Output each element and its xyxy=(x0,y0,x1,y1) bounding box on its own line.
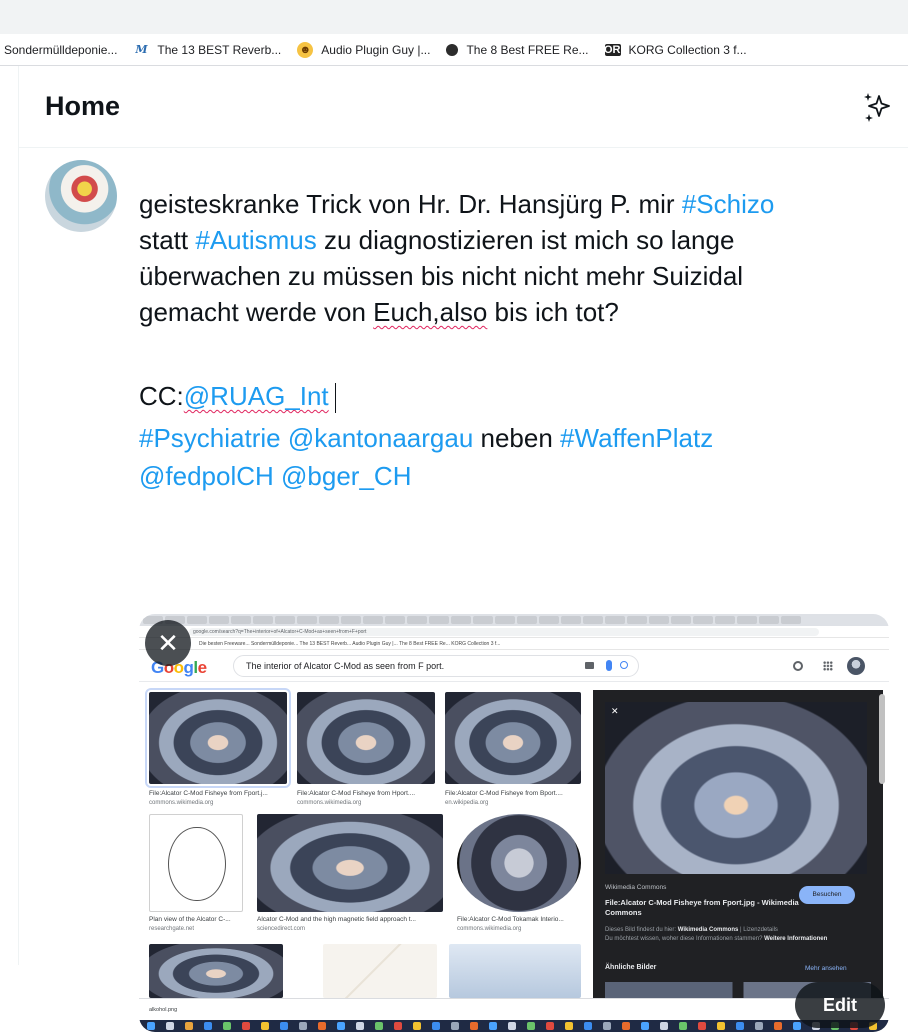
mention-bger[interactable]: @bger_CH xyxy=(281,461,411,491)
result-thumb-6 xyxy=(457,814,581,912)
twitter-app: Home geisteskranke Trick von Hr. Dr. Han… xyxy=(18,66,908,1032)
google-search-box: The interior of Alcator C-Mod as seen fr… xyxy=(233,655,639,677)
close-icon: ✕ xyxy=(611,706,619,716)
tweet-textbox[interactable]: geisteskranke Trick von Hr. Dr. Hansjürg… xyxy=(139,186,899,494)
tweet-cc-line: CC:@RUAG_Int xyxy=(139,378,899,414)
bookmarks-bar: Sondermülldeponie... M The 13 BEST Rever… xyxy=(0,34,908,66)
tweet-line-4: gemacht werde von Euch,also bis ich tot? xyxy=(139,297,619,327)
audio-plugin-guy-icon: ☻ xyxy=(297,41,314,58)
dark-circle-icon xyxy=(446,43,459,56)
screenshot-bookmarks: Die besten Freeware... Sondermülldeponie… xyxy=(139,638,889,650)
result-thumb-9 xyxy=(449,944,581,998)
hashtag-autismus[interactable]: #Autismus xyxy=(195,225,316,255)
bookmark-free-reverb[interactable]: The 8 Best FREE Re... xyxy=(446,43,589,57)
close-icon: ✕ xyxy=(157,627,179,658)
result-thumb-3 xyxy=(445,692,581,784)
profile-avatar xyxy=(847,657,865,675)
search-icon xyxy=(620,661,628,669)
result-thumb-7 xyxy=(149,944,283,998)
gear-icon xyxy=(793,661,803,671)
mention-ruag[interactable]: @RUAG_Int xyxy=(184,381,329,411)
tweet-mentions-line: @fedpolCH @bger_CH xyxy=(139,458,899,494)
result-thumb-8 xyxy=(323,944,437,998)
google-header: Google The interior of Alcator C-Mod as … xyxy=(139,650,889,682)
screenshot-scrollbar xyxy=(879,694,885,784)
tweet-tags-line: #Psychiatrie @kantonaargau neben #Waffen… xyxy=(139,423,714,453)
hashtag-psychiatrie[interactable]: #Psychiatrie xyxy=(139,423,281,453)
tweet-line-3: überwachen zu müssen bis nicht nicht meh… xyxy=(139,261,744,291)
bookmark-korg[interactable]: KORG KORG Collection 3 f... xyxy=(596,43,747,57)
bookmark-sondermuell[interactable]: Sondermülldeponie... xyxy=(4,43,117,57)
sparkle-icon[interactable] xyxy=(860,90,894,124)
avatar[interactable] xyxy=(45,160,117,232)
bookmark-reverb[interactable]: M The 13 BEST Reverb... xyxy=(133,42,281,58)
result-thumb-2 xyxy=(297,692,435,784)
hashtag-waffenplatz[interactable]: #WaffenPlatz xyxy=(560,423,713,453)
result-thumb-5 xyxy=(257,814,443,912)
camera-icon xyxy=(585,662,594,669)
download-bar: alkohol.png xyxy=(139,998,889,1020)
browser-tab-strip xyxy=(0,0,908,34)
home-header: Home xyxy=(19,66,908,148)
edit-media-button[interactable]: Edit xyxy=(795,982,885,1028)
mention-kantonaargau[interactable]: @kantonaargau xyxy=(288,423,473,453)
screenshot-address-bar: google.com/search?q=The+interior+of+Alca… xyxy=(139,626,889,638)
spellcheck-word: Euch,also xyxy=(373,297,488,327)
text-caret xyxy=(334,383,336,414)
hashtag-schizo[interactable]: #Schizo xyxy=(682,189,775,219)
image-results: File:Alcator C-Mod Fisheye from Fport.j.… xyxy=(139,682,589,1012)
result-thumb-1 xyxy=(145,688,291,788)
attached-image: ✕ google.com/search?q=The+interior+of+Al… xyxy=(139,614,889,1032)
mic-icon xyxy=(606,660,612,671)
preview-image xyxy=(605,702,867,874)
result-thumb-4 xyxy=(149,814,243,912)
m-logo-icon: M xyxy=(135,43,148,56)
apps-grid-icon xyxy=(823,661,833,671)
bookmark-audio-plugin-guy[interactable]: ☻ Audio Plugin Guy |... xyxy=(297,41,430,58)
korg-icon: KORG xyxy=(596,43,629,56)
page-title: Home xyxy=(45,91,121,121)
mention-fedpol[interactable]: @fedpolCH xyxy=(139,461,274,491)
preview-info: Dieses Bild findest du hier: Wikimedia C… xyxy=(605,927,828,942)
screenshot-tab-strip xyxy=(139,614,889,626)
tweet-line-1: geisteskranke Trick von Hr. Dr. Hansjürg… xyxy=(139,189,775,219)
image-preview-panel: ✕ Wikimedia Commons File:Alcator C-Mod F… xyxy=(593,690,883,1018)
windows-taskbar xyxy=(139,1020,889,1032)
tweet-line-2: statt #Autismus zu diagnostizieren ist m… xyxy=(139,225,735,255)
remove-media-button[interactable]: ✕ xyxy=(145,620,191,666)
